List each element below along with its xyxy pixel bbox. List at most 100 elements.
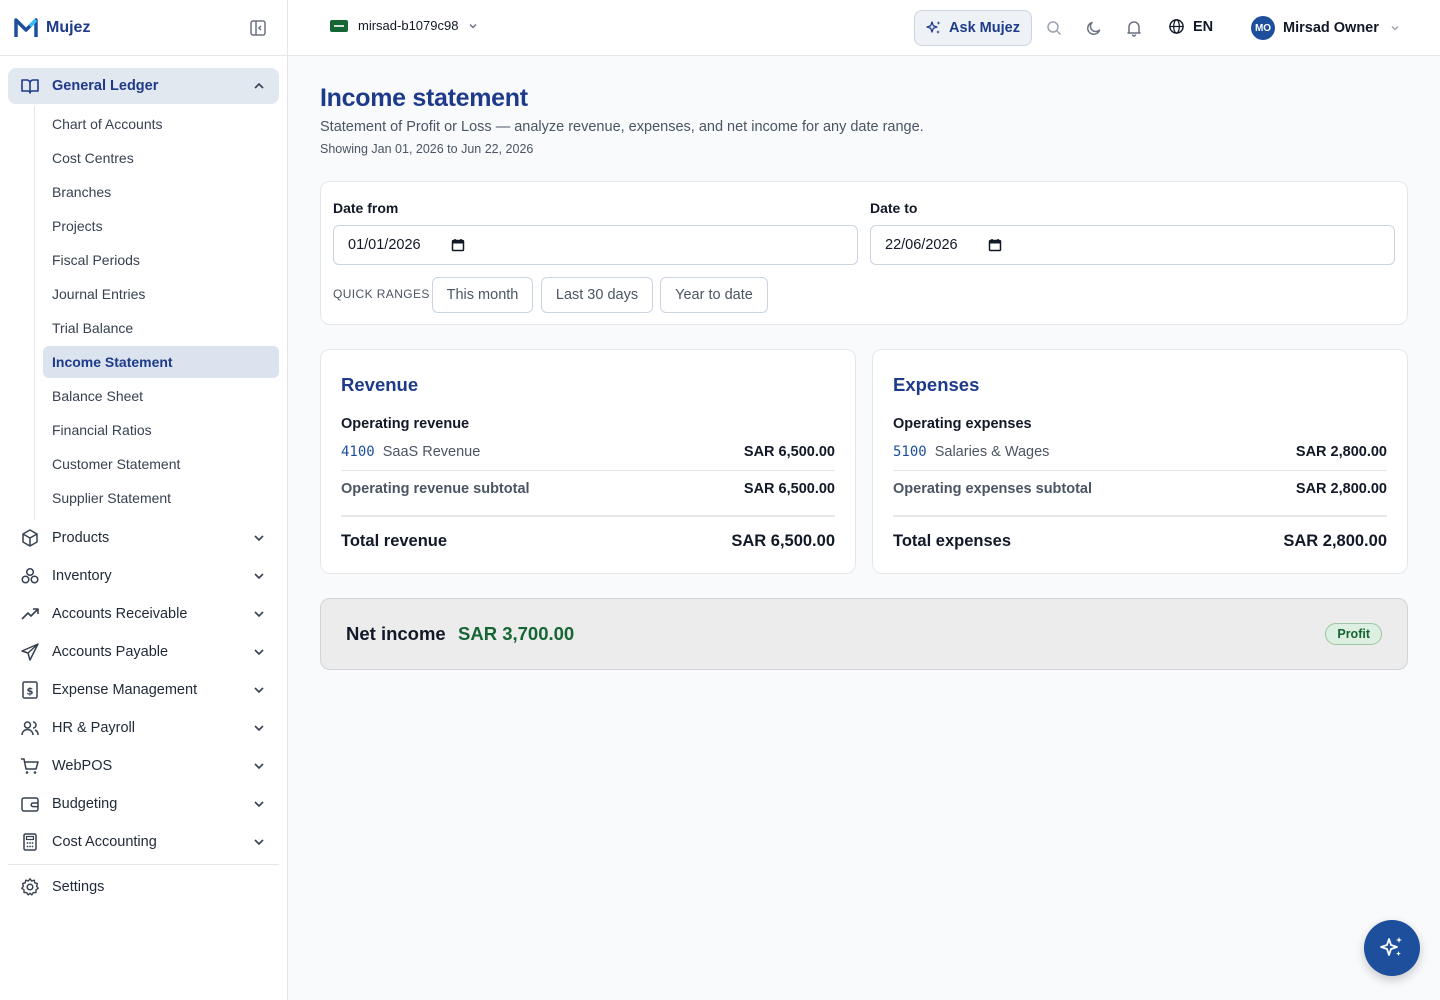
- account-code: 5100: [893, 444, 927, 460]
- saudi-flag-icon: [330, 19, 348, 32]
- date-from-input[interactable]: 01/01/2026: [333, 225, 858, 265]
- net-income-label: Net income: [346, 623, 446, 644]
- receipt-icon: $: [20, 680, 40, 700]
- wallet-icon: [20, 794, 40, 814]
- subtotal-amount: SAR 2,800.00: [1295, 481, 1387, 497]
- sidebar-group-label: HR & Payroll: [52, 720, 135, 736]
- sidebar-group-cost-accounting[interactable]: Cost Accounting: [8, 824, 279, 860]
- quick-range-this-month-button[interactable]: This month: [432, 277, 533, 313]
- account-amount: SAR 6,500.00: [743, 444, 835, 460]
- page-title: Income statement: [320, 84, 528, 112]
- language-switcher[interactable]: EN: [1168, 18, 1213, 35]
- sidebar-collapse-icon[interactable]: [249, 19, 267, 37]
- filters-panel: Date from 01/01/2026 Date to 22/06/2026 …: [320, 181, 1408, 325]
- revenue-total-row: Total revenue SAR 6,500.00: [341, 532, 835, 551]
- sidebar-item-settings[interactable]: Settings: [8, 869, 279, 905]
- user-name: Mirsad Owner: [1283, 20, 1379, 36]
- expenses-line-row[interactable]: 5100 Salaries & Wages SAR 2,800.00: [893, 444, 1387, 460]
- quick-ranges-label: QUICK RANGES: [333, 287, 430, 301]
- cart-icon: [20, 756, 40, 776]
- divider: [341, 470, 835, 471]
- sidebar-item-fiscal-periods[interactable]: Fiscal Periods: [43, 244, 279, 276]
- org-name: mirsad-b1079c98: [358, 18, 459, 33]
- expenses-section-heading: Operating expenses: [893, 416, 1032, 432]
- chevron-down-icon: [254, 839, 264, 846]
- sidebar-group-label: Expense Management: [52, 682, 198, 698]
- sidebar-item-financial-ratios[interactable]: Financial Ratios: [43, 414, 279, 446]
- chevron-down-icon: [254, 763, 264, 770]
- sidebar-group-hr-payroll[interactable]: HR & Payroll: [8, 710, 279, 746]
- net-income-panel: Net income SAR 3,700.00 Profit: [320, 598, 1408, 670]
- sidebar-group-accounts-payable[interactable]: Accounts Payable: [8, 634, 279, 670]
- ask-mujez-button[interactable]: Ask Mujez: [914, 10, 1032, 46]
- sidebar-group-label: Budgeting: [52, 796, 118, 812]
- sidebar-item-label: Settings: [52, 879, 105, 895]
- sidebar-group-products[interactable]: Products: [8, 520, 279, 556]
- date-from-label: Date from: [333, 200, 399, 216]
- expenses-card: Expenses Operating expenses 5100 Salarie…: [872, 349, 1408, 574]
- sidebar-divider: [8, 864, 279, 865]
- total-amount: SAR 2,800.00: [1283, 532, 1387, 550]
- total-label: Total expenses: [893, 532, 1011, 550]
- sidebar-item-journal-entries[interactable]: Journal Entries: [43, 278, 279, 310]
- page-description: Statement of Profit or Loss — analyze re…: [320, 119, 924, 135]
- ai-assistant-fab[interactable]: [1364, 920, 1420, 976]
- date-to-input[interactable]: 22/06/2026: [870, 225, 1395, 265]
- revenue-section-heading: Operating revenue: [341, 416, 470, 432]
- sidebar-group-inventory[interactable]: Inventory: [8, 558, 279, 594]
- sidebar-group-budgeting[interactable]: Budgeting: [8, 786, 279, 822]
- expenses-total-row: Total expenses SAR 2,800.00: [893, 532, 1387, 551]
- sidebar-item-trial-balance[interactable]: Trial Balance: [43, 312, 279, 344]
- sidebar-header: Mujez: [0, 0, 287, 56]
- sidebar-group-label: Products: [52, 530, 110, 546]
- search-icon[interactable]: [1045, 19, 1063, 37]
- chevron-down-icon: [254, 801, 264, 808]
- sidebar-nav: General Ledger Chart of Accounts Cost Ce…: [0, 56, 287, 905]
- sidebar-item-balance-sheet[interactable]: Balance Sheet: [43, 380, 279, 412]
- calendar-icon[interactable]: [988, 238, 1002, 252]
- sparkles-icon: [926, 21, 941, 34]
- bell-icon[interactable]: [1125, 19, 1143, 37]
- calculator-icon: [20, 832, 40, 852]
- account-name: Salaries & Wages: [934, 444, 1050, 460]
- trending-up-icon: [20, 604, 40, 624]
- user-menu[interactable]: MO Mirsad Owner: [1251, 16, 1401, 40]
- globe-icon: [1169, 19, 1184, 34]
- total-label: Total revenue: [341, 532, 448, 550]
- date-to-value: 22/06/2026: [885, 237, 958, 253]
- subtotal-label: Operating revenue subtotal: [341, 481, 530, 497]
- sidebar-item-branches[interactable]: Branches: [43, 176, 279, 208]
- sidebar-group-expense-management[interactable]: $ Expense Management: [8, 672, 279, 708]
- sidebar-item-supplier-statement[interactable]: Supplier Statement: [43, 482, 279, 514]
- sidebar-item-income-statement[interactable]: Income Statement: [43, 346, 279, 378]
- divider: [341, 515, 835, 517]
- chevron-down-icon: [254, 649, 264, 656]
- sidebar-item-customer-statement[interactable]: Customer Statement: [43, 448, 279, 480]
- quick-range-last-30-days-button[interactable]: Last 30 days: [541, 277, 653, 313]
- ask-mujez-label: Ask Mujez: [949, 20, 1020, 36]
- gear-icon: [20, 877, 40, 897]
- sidebar-group-accounts-receivable[interactable]: Accounts Receivable: [8, 596, 279, 632]
- moon-icon[interactable]: [1085, 19, 1103, 37]
- expenses-subtotal-row: Operating expenses subtotal SAR 2,800.00: [893, 481, 1387, 497]
- quick-range-year-to-date-button[interactable]: Year to date: [660, 277, 768, 313]
- book-open-icon: [20, 76, 40, 96]
- sidebar-item-chart-of-accounts[interactable]: Chart of Accounts: [43, 108, 279, 140]
- sidebar-group-general-ledger[interactable]: General Ledger: [8, 68, 279, 104]
- sidebar-item-cost-centres[interactable]: Cost Centres: [43, 142, 279, 174]
- org-switcher[interactable]: mirsad-b1079c98: [330, 18, 479, 33]
- sidebar-item-projects[interactable]: Projects: [43, 210, 279, 242]
- sidebar: Mujez General Ledger Chart of Accounts C…: [0, 0, 288, 1000]
- sidebar-group-label: Accounts Receivable: [52, 606, 188, 622]
- sidebar-group-webpos[interactable]: WebPOS: [8, 748, 279, 784]
- net-income-value: SAR 3,700.00: [458, 623, 575, 644]
- boxes-icon: [20, 566, 40, 586]
- expenses-title: Expenses: [893, 374, 980, 395]
- revenue-line-row[interactable]: 4100 SaaS Revenue SAR 6,500.00: [341, 444, 835, 460]
- calendar-icon[interactable]: [451, 238, 465, 252]
- sidebar-group-label: WebPOS: [52, 758, 113, 774]
- chevron-down-icon: [1391, 25, 1399, 31]
- general-ledger-submenu: Chart of Accounts Cost Centres Branches …: [34, 106, 279, 520]
- topbar: mirsad-b1079c98 Ask Mujez EN MO Mirsad O…: [288, 0, 1440, 56]
- revenue-card: Revenue Operating revenue 4100 SaaS Reve…: [320, 349, 856, 574]
